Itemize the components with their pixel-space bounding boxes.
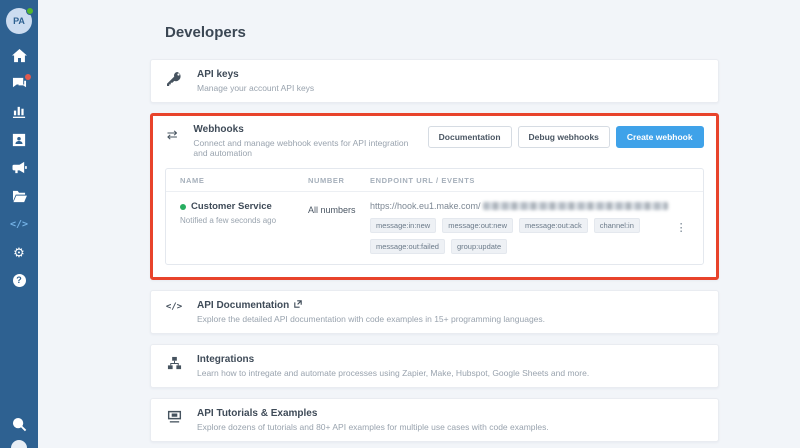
webhook-events: message:in:new message:out:new message:o… [370,218,668,254]
gear-icon: ⚙ [13,246,25,259]
documentation-button[interactable]: Documentation [428,126,512,148]
sidebar-item-contacts[interactable] [9,132,29,148]
api-keys-subtitle: Manage your account API keys [197,83,314,93]
api-documentation-title: API Documentation [197,300,289,311]
webhook-number: All numbers [308,205,370,215]
event-tag: message:out:failed [370,239,445,254]
tutorials-screen-icon [167,410,182,424]
integrations-title: Integrations [197,354,589,365]
external-link-icon [294,300,302,311]
key-icon [166,71,182,87]
sidebar: PA </> ⚙ ? [0,0,38,448]
home-icon [12,49,27,63]
webhook-table-row: Customer Service Notified a few seconds … [166,192,703,264]
sidebar-item-settings[interactable]: ⚙ [9,244,29,260]
webhook-url: https://hook.eu1.make.com/ [370,201,481,211]
redacted-url-segment [483,202,668,210]
folder-icon [12,190,27,203]
card-api-documentation[interactable]: </> API Documentation Explore the detail… [150,290,719,334]
sidebar-item-chats[interactable] [9,76,29,92]
webhook-name: Customer Service [191,201,272,212]
api-documentation-subtitle: Explore the detailed API documentation w… [197,314,545,324]
sidebar-item-help[interactable]: ? [9,272,29,288]
card-api-tutorials[interactable]: API Tutorials & Examples Explore dozens … [150,398,719,442]
user-avatar[interactable]: PA [6,8,32,34]
sidebar-item-home[interactable] [9,48,29,64]
webhook-transfer-icon: ⇄ [165,127,179,143]
event-tag: message:out:new [442,218,513,233]
sidebar-item-analytics[interactable] [9,104,29,120]
webhook-active-dot [180,204,186,210]
webhooks-table: NAME NUMBER ENDPOINT URL / EVENTS Custom… [165,168,704,265]
event-tag: message:out:ack [519,218,588,233]
webhook-status: Notified a few seconds ago [180,216,308,225]
megaphone-icon [12,161,27,175]
webhooks-subtitle: Connect and manage webhook events for AP… [193,138,413,158]
row-menu-kebab-icon[interactable]: ⋮ [668,217,695,238]
column-header-number: NUMBER [308,176,370,185]
sidebar-item-announcements[interactable] [9,160,29,176]
sitemap-icon [167,356,182,371]
bar-chart-icon [12,105,27,119]
api-keys-title: API keys [197,69,314,80]
event-tag: channel:in [594,218,640,233]
card-api-keys[interactable]: API keys Manage your account API keys [150,59,719,103]
code-icon: </> [10,219,28,230]
debug-webhooks-button[interactable]: Debug webhooks [518,126,610,148]
event-tag: message:in:new [370,218,436,233]
api-tutorials-title: API Tutorials & Examples [197,408,549,419]
card-integrations[interactable]: Integrations Learn how to intregate and … [150,344,719,388]
event-tag: group:update [451,239,507,254]
sidebar-item-files[interactable] [9,188,29,204]
online-status-dot [26,7,34,15]
api-tutorials-subtitle: Explore dozens of tutorials and 80+ API … [197,422,549,432]
help-icon: ? [13,274,26,287]
webhooks-title: Webhooks [193,124,413,135]
chat-icon [12,77,27,91]
create-webhook-button[interactable]: Create webhook [616,126,704,148]
main-content: Developers API keys Manage your account … [38,0,800,448]
search-icon [12,417,27,432]
sidebar-item-developers[interactable]: </> [9,216,29,232]
column-header-name: NAME [180,176,308,185]
integrations-subtitle: Learn how to intregate and automate proc… [197,368,589,378]
page-title: Developers [165,24,719,41]
notification-badge [25,74,31,80]
column-header-endpoint: ENDPOINT URL / EVENTS [370,176,689,185]
code-brackets-icon: </> [165,302,183,312]
sidebar-item-search[interactable] [9,416,29,432]
card-webhooks-highlighted: ⇄ Webhooks Connect and manage webhook ev… [150,113,719,280]
contact-card-icon [12,133,26,147]
partial-bottom-icon [11,440,27,448]
